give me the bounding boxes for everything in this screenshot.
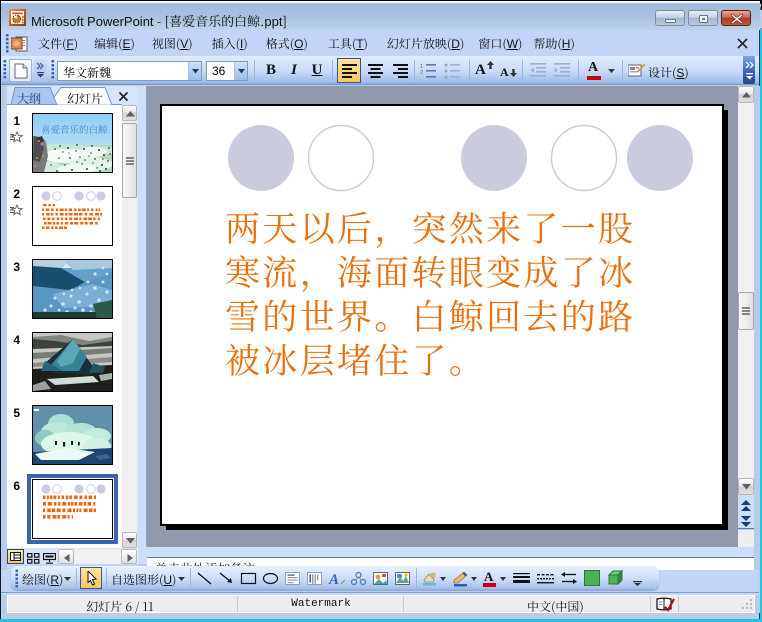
svg-text:喜爱音乐的白鲸: 喜爱音乐的白鲸 bbox=[41, 122, 108, 136]
svg-text:A: A bbox=[328, 572, 339, 587]
svg-text:2: 2 bbox=[420, 70, 423, 76]
